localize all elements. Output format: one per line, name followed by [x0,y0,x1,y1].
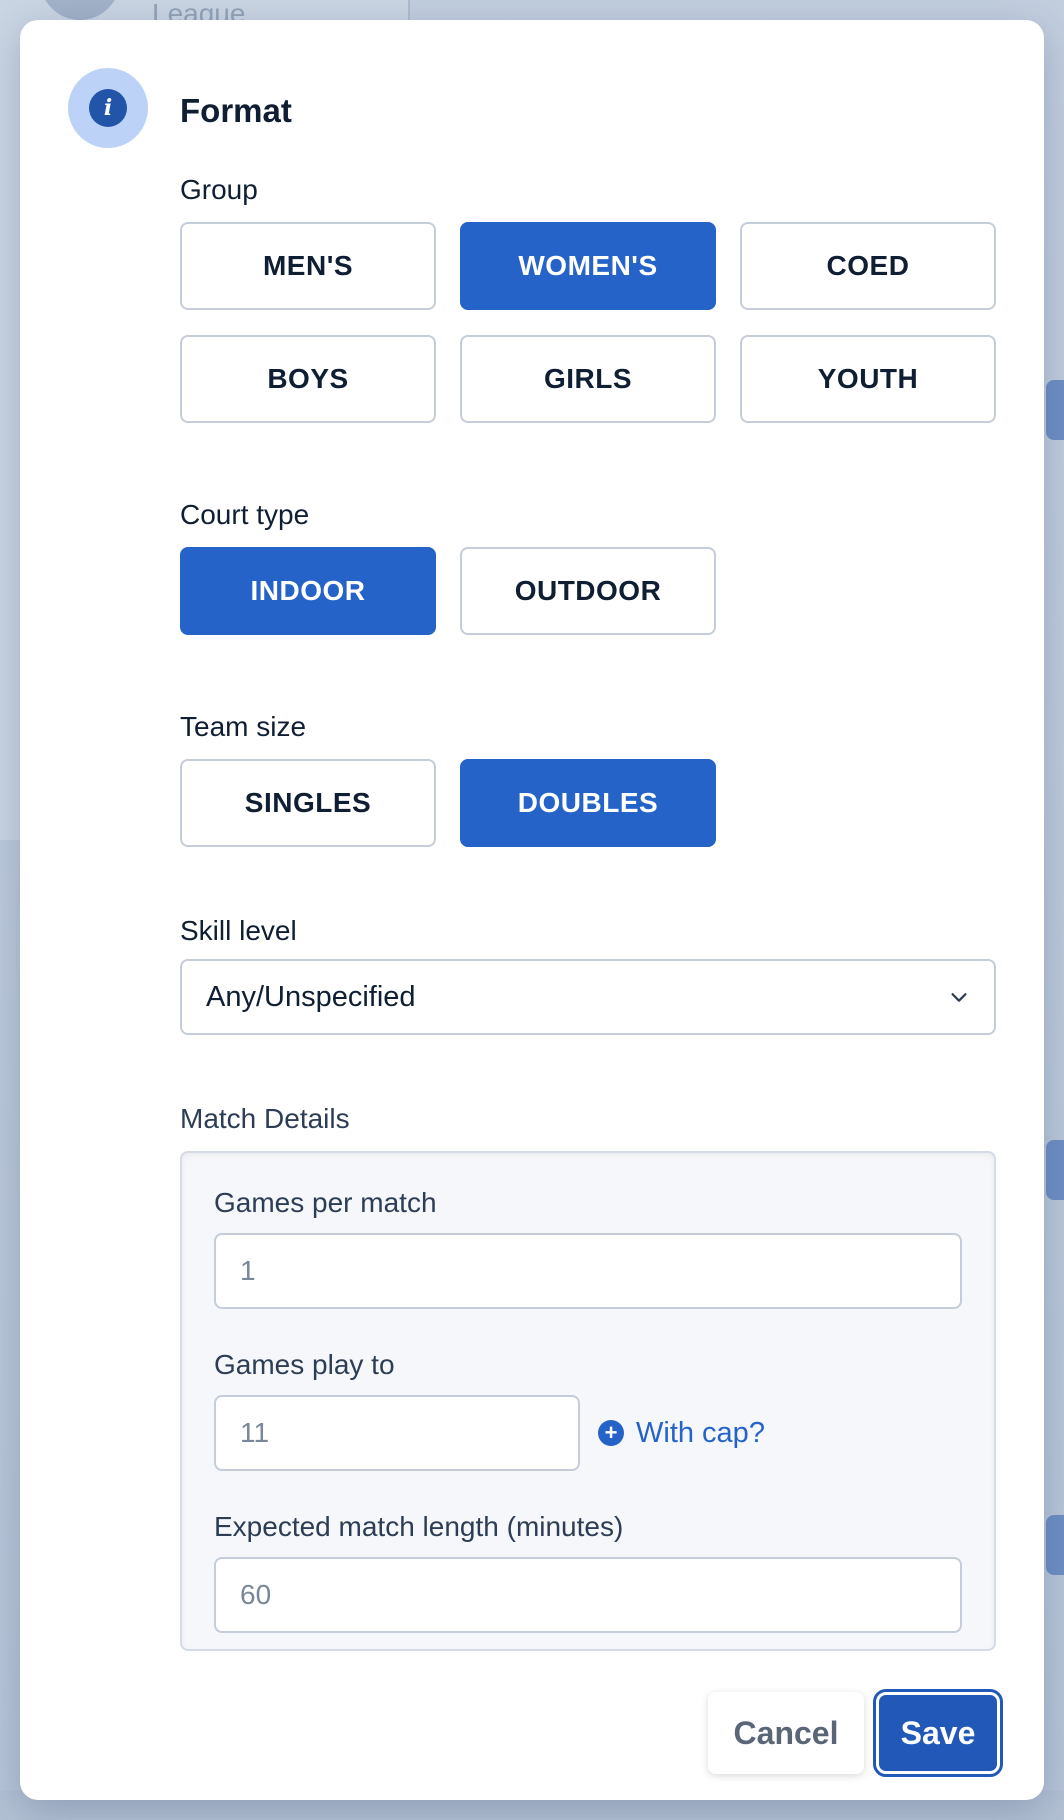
court-option-indoor[interactable]: INDOOR [180,547,436,635]
modal-content: Group MEN'S WOMEN'S COED BOYS GIRLS YOUT… [180,170,996,1651]
expected-length-placeholder: 60 [240,1579,272,1610]
team-size-option-singles[interactable]: SINGLES [180,759,436,847]
with-cap-link[interactable]: + With cap? [598,1417,765,1450]
match-details-panel: Games per match 1 Games play to 11 + Wit… [180,1151,996,1651]
info-icon: i [89,89,127,127]
games-play-to-input[interactable]: 11 [214,1395,580,1471]
court-type-options: INDOOR OUTDOOR [180,547,996,635]
modal-footer: Cancel Save [708,1689,1003,1777]
plus-circle-icon: + [598,1420,624,1446]
save-button[interactable]: Save [873,1689,1003,1777]
games-play-to-row: 11 + With cap? [214,1395,962,1471]
team-size-option-doubles[interactable]: DOUBLES [460,759,716,847]
group-option-womens[interactable]: WOMEN'S [460,222,716,310]
team-size-options: SINGLES DOUBLES [180,759,996,847]
group-option-girls[interactable]: GIRLS [460,335,716,423]
skill-level-label: Skill level [180,915,297,946]
chevron-down-icon [951,993,967,1002]
games-play-to-placeholder: 11 [240,1417,270,1448]
group-option-boys[interactable]: BOYS [180,335,436,423]
expected-length-label: Expected match length (minutes) [214,1511,624,1542]
group-option-youth[interactable]: YOUTH [740,335,996,423]
format-modal: i Format Group MEN'S WOMEN'S COED BOYS G… [20,20,1044,1800]
background-tab [1046,1515,1064,1575]
info-badge: i [68,68,148,148]
team-size-label: Team size [180,711,307,742]
skill-level-value: Any/Unspecified [206,980,416,1013]
games-per-match-placeholder: 1 [240,1255,256,1286]
match-details-label: Match Details [180,1103,350,1134]
group-label: Group [180,174,258,205]
group-option-coed[interactable]: COED [740,222,996,310]
games-per-match-input[interactable]: 1 [214,1233,962,1309]
background-tab [1046,380,1064,440]
court-option-outdoor[interactable]: OUTDOOR [460,547,716,635]
modal-title: Format [180,92,292,129]
cancel-button[interactable]: Cancel [708,1692,864,1774]
expected-length-input[interactable]: 60 [214,1557,962,1633]
group-options: MEN'S WOMEN'S COED BOYS GIRLS YOUTH [180,222,996,423]
background-tab [1046,1140,1064,1200]
group-option-mens[interactable]: MEN'S [180,222,436,310]
with-cap-label: With cap? [636,1416,765,1449]
skill-level-select[interactable]: Any/Unspecified [180,959,996,1035]
games-per-match-label: Games per match [214,1187,437,1218]
games-play-to-label: Games play to [214,1349,395,1380]
court-type-label: Court type [180,499,310,530]
